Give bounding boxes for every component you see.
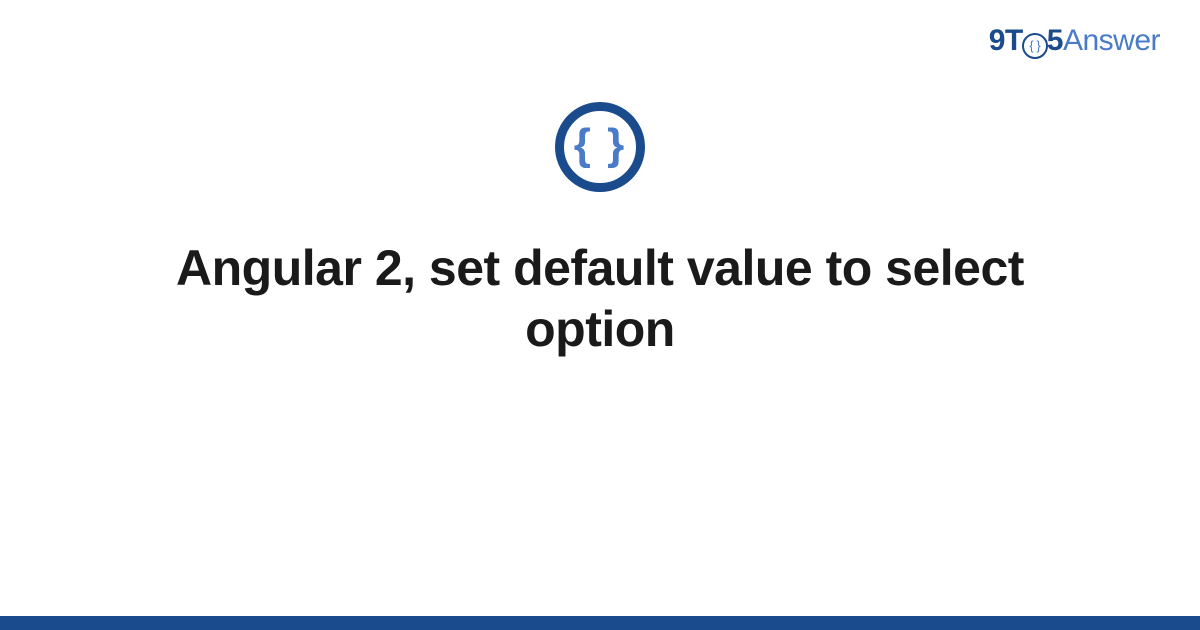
brand-logo: 9T{ }5Answer <box>989 24 1160 61</box>
brand-clock-icon: { } <box>1022 33 1048 59</box>
brand-text-9t: 9T <box>989 24 1023 57</box>
page-title: Angular 2, set default value to select o… <box>125 238 1075 360</box>
code-braces-icon: { } <box>555 102 645 192</box>
brand-text-answer: Answer <box>1063 24 1160 57</box>
braces-glyph: { } <box>574 123 626 167</box>
brand-text-5: 5 <box>1047 24 1063 57</box>
footer-bar <box>0 616 1200 630</box>
main-content: { } Angular 2, set default value to sele… <box>0 102 1200 360</box>
